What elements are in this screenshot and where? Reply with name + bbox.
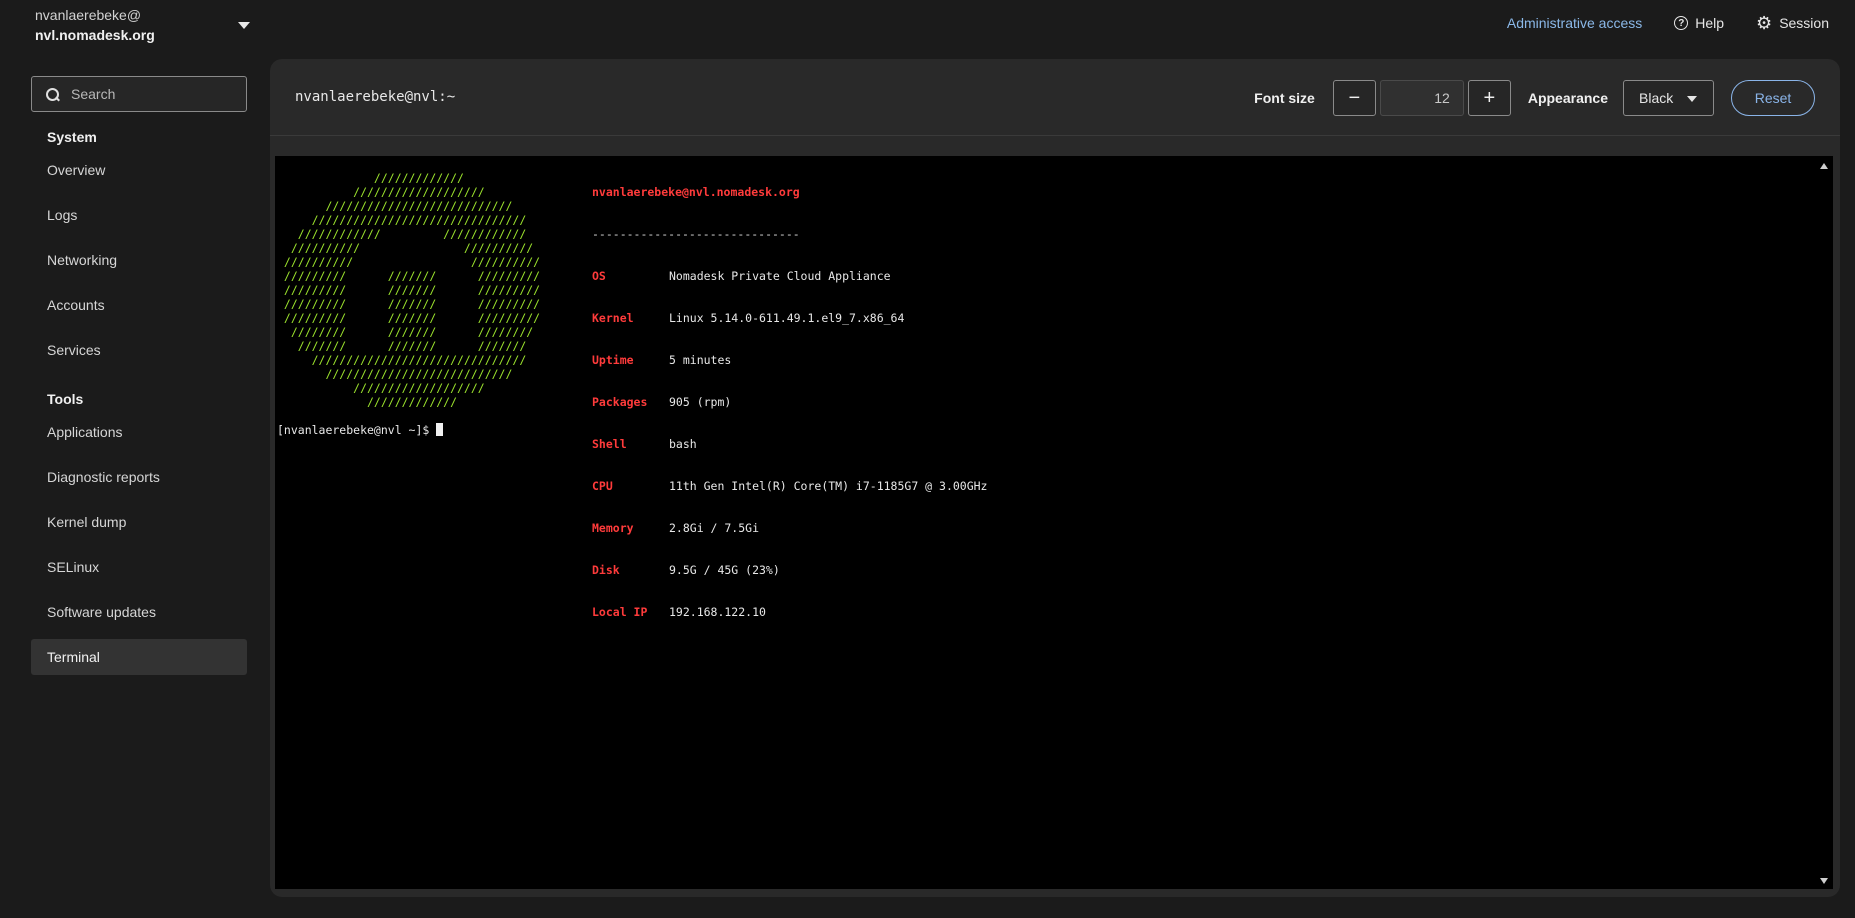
- info-header: nvanlaerebeke@nvl.nomadesk.org: [592, 185, 800, 199]
- minus-icon: −: [1348, 86, 1361, 109]
- session-label: Session: [1779, 15, 1829, 31]
- caret-down-icon[interactable]: [238, 22, 250, 29]
- info-value: Linux 5.14.0-611.49.1.el9_7.x86_64: [669, 311, 905, 325]
- terminal-toolbar: Font size − 12 + Appearance Black Reset: [1254, 80, 1815, 116]
- info-row: Memory 2.8Gi / 7.5Gi: [592, 521, 988, 535]
- terminal-panel: nvanlaerebeke@nvl:~ Font size − 12 + App…: [270, 59, 1840, 897]
- administrative-access-link[interactable]: Administrative access: [1507, 15, 1642, 31]
- sidebar-item-diagnostic-reports[interactable]: Diagnostic reports: [31, 459, 247, 495]
- section-title-system: System: [47, 129, 97, 145]
- info-key: Kernel: [592, 311, 634, 325]
- sidebar-item-selinux[interactable]: SELinux: [31, 549, 247, 585]
- info-separator: ------------------------------: [592, 227, 800, 241]
- search-icon: [46, 87, 60, 101]
- gear-icon: ⚙: [1756, 13, 1773, 33]
- info-value: 5 minutes: [669, 353, 732, 367]
- info-row: Disk 9.5G / 45G (23%): [592, 563, 988, 577]
- info-key: Local IP: [592, 605, 648, 619]
- info-key: OS: [592, 269, 606, 283]
- info-key: Disk: [592, 563, 620, 577]
- shell-prompt-line: [nvanlaerebeke@nvl ~]$: [277, 423, 444, 437]
- terminal-title: nvanlaerebeke@nvl:~: [295, 89, 456, 105]
- info-key: Uptime: [592, 353, 634, 367]
- decrease-font-button[interactable]: −: [1332, 80, 1376, 116]
- system-info: nvanlaerebeke@nvl.nomadesk.org ---------…: [592, 157, 988, 647]
- search-box[interactable]: [31, 76, 247, 112]
- info-value: 192.168.122.10: [669, 605, 766, 619]
- session-button[interactable]: ⚙ Session: [1756, 13, 1829, 33]
- scroll-up-icon[interactable]: [1820, 163, 1828, 169]
- terminal-screen[interactable]: ///////////// /////////////////// //////…: [275, 156, 1833, 889]
- info-key: Packages: [592, 395, 648, 409]
- info-row: Packages 905 (rpm): [592, 395, 988, 409]
- host-switcher[interactable]: nvanlaerebeke@ nvl.nomadesk.org: [35, 6, 250, 46]
- increase-font-button[interactable]: +: [1467, 80, 1511, 116]
- sidebar-item-kernel-dump[interactable]: Kernel dump: [31, 504, 247, 540]
- info-value: bash: [669, 437, 697, 451]
- plus-icon: +: [1483, 86, 1496, 109]
- sidebar-item-terminal[interactable]: Terminal: [31, 639, 247, 675]
- shell-prompt: [nvanlaerebeke@nvl ~]$: [277, 423, 437, 437]
- appearance-value: Black: [1639, 90, 1674, 106]
- scroll-down-icon[interactable]: [1820, 878, 1828, 884]
- sidebar-item-services[interactable]: Services: [31, 332, 247, 368]
- sidebar: System Overview Logs Networking Accounts…: [31, 76, 247, 675]
- terminal-cursor: [436, 423, 444, 436]
- info-row: CPU 11th Gen Intel(R) Core(TM) i7-1185G7 …: [592, 479, 988, 493]
- sidebar-item-logs[interactable]: Logs: [31, 197, 247, 233]
- reset-button[interactable]: Reset: [1731, 80, 1815, 116]
- info-row: Kernel Linux 5.14.0-611.49.1.el9_7.x86_64: [592, 311, 988, 325]
- info-row: Shell bash: [592, 437, 988, 451]
- info-key: Memory: [592, 521, 634, 535]
- sidebar-item-accounts[interactable]: Accounts: [31, 287, 247, 323]
- caret-down-icon: [1687, 96, 1697, 102]
- info-row: OS Nomadesk Private Cloud Appliance: [592, 269, 988, 283]
- sidebar-item-software-updates[interactable]: Software updates: [31, 594, 247, 630]
- terminal-output: ///////////// /////////////////// //////…: [277, 157, 988, 619]
- font-size-label: Font size: [1254, 90, 1315, 106]
- info-row: Uptime 5 minutes: [592, 353, 988, 367]
- ascii-logo: ///////////// /////////////////// //////…: [283, 171, 541, 409]
- font-size-input[interactable]: 12: [1379, 80, 1464, 116]
- top-navigation: Administrative access ? Help ⚙ Session: [1507, 13, 1829, 33]
- info-value: Nomadesk Private Cloud Appliance: [669, 269, 891, 283]
- toolbar-divider: [270, 135, 1840, 136]
- info-value: 905 (rpm): [669, 395, 732, 409]
- help-label: Help: [1695, 15, 1725, 31]
- host-user: nvanlaerebeke@: [35, 7, 142, 23]
- sidebar-item-networking[interactable]: Networking: [31, 242, 247, 278]
- info-key: Shell: [592, 437, 627, 451]
- info-key: CPU: [592, 479, 613, 493]
- help-icon: ?: [1674, 16, 1689, 30]
- sidebar-item-overview[interactable]: Overview: [31, 152, 247, 188]
- info-row: Local IP 192.168.122.10: [592, 605, 988, 619]
- info-value: 9.5G / 45G (23%): [669, 563, 780, 577]
- section-title-tools: Tools: [47, 391, 84, 407]
- search-input[interactable]: [69, 85, 233, 103]
- appearance-label: Appearance: [1527, 90, 1608, 106]
- help-button[interactable]: ? Help: [1674, 15, 1724, 31]
- info-value: 2.8Gi / 7.5Gi: [669, 521, 760, 535]
- host-name: nvl.nomadesk.org: [35, 27, 155, 43]
- sidebar-item-applications[interactable]: Applications: [31, 414, 247, 450]
- info-value: 11th Gen Intel(R) Core(TM) i7-1185G7 @ 3…: [669, 479, 988, 493]
- appearance-select[interactable]: Black: [1623, 80, 1714, 116]
